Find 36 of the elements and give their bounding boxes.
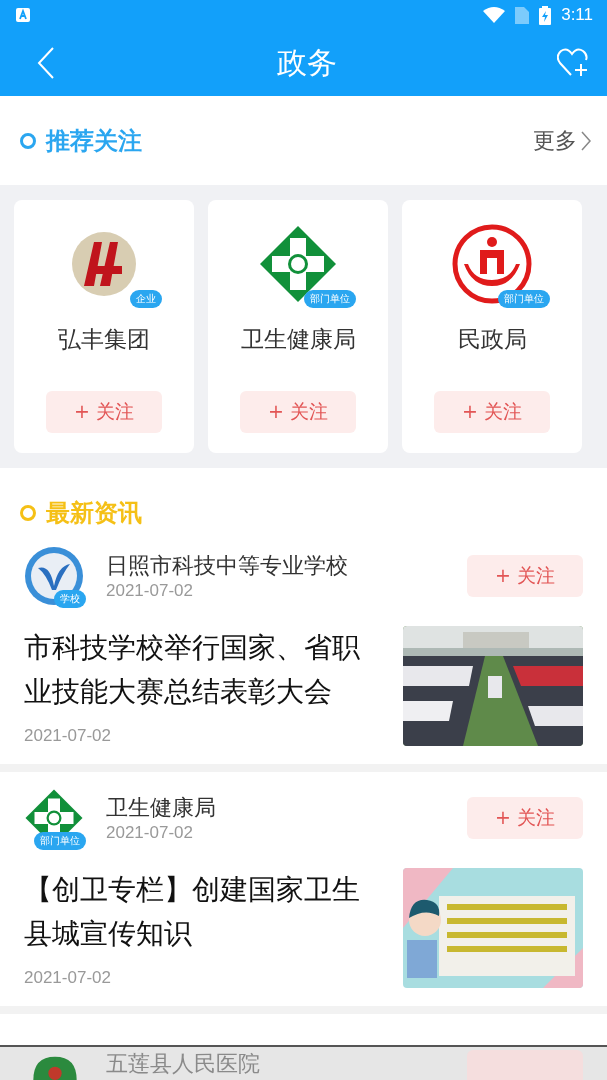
app-icon <box>16 8 30 22</box>
status-time: 3:11 <box>561 5 593 25</box>
source-name: 日照市科技中等专业学校 <box>106 552 349 580</box>
org-type-badge: 学校 <box>54 590 86 608</box>
page-title: 政务 <box>276 43 337 82</box>
section-dot-icon <box>20 505 36 521</box>
source-name: 五莲县人民医院 <box>106 1049 261 1078</box>
org-name: 卫生健康局 <box>240 325 356 354</box>
org-type-badge: 部门单位 <box>304 290 356 308</box>
no-sim-icon <box>515 6 530 24</box>
org-name: 民政局 <box>457 325 527 354</box>
hospital-logo <box>30 1055 80 1080</box>
org-card[interactable]: 部门单位 民政局 + 关注 <box>402 200 582 453</box>
wifi-icon <box>483 7 506 23</box>
org-type-badge: 部门单位 <box>34 832 86 850</box>
battery-icon <box>539 5 552 25</box>
org-type-badge: 部门单位 <box>498 290 550 308</box>
source-date: 2021-07-02 <box>106 823 194 843</box>
org-card[interactable]: 企业 弘丰集团 + 关注 <box>14 200 194 453</box>
section-title: 最新资讯 <box>46 498 142 529</box>
section-title: 推荐关注 <box>46 125 142 157</box>
news-headline[interactable]: 市科技学校举行国家、省职业技能大赛总结表彰大会 <box>24 626 384 714</box>
org-type-badge: 企业 <box>130 290 162 308</box>
heart-plus-icon[interactable] <box>557 48 589 78</box>
section-dot-icon <box>20 132 36 149</box>
source-date: 2021-07-02 <box>106 581 194 601</box>
back-icon[interactable] <box>36 46 56 80</box>
source-name: 卫生健康局 <box>106 794 217 822</box>
org-card[interactable]: 部门单位 卫生健康局 + 关注 <box>208 200 388 453</box>
news-headline[interactable]: 【创卫专栏】创建国家卫生县城宣传知识 <box>24 868 384 956</box>
org-name: 弘丰集团 <box>58 325 150 354</box>
news-date: 2021-07-02 <box>24 968 112 988</box>
chevron-icon <box>581 130 591 151</box>
school-logo <box>24 546 84 606</box>
news-date: 2021-07-02 <box>24 726 112 746</box>
more-link[interactable]: 更多 <box>533 125 591 156</box>
